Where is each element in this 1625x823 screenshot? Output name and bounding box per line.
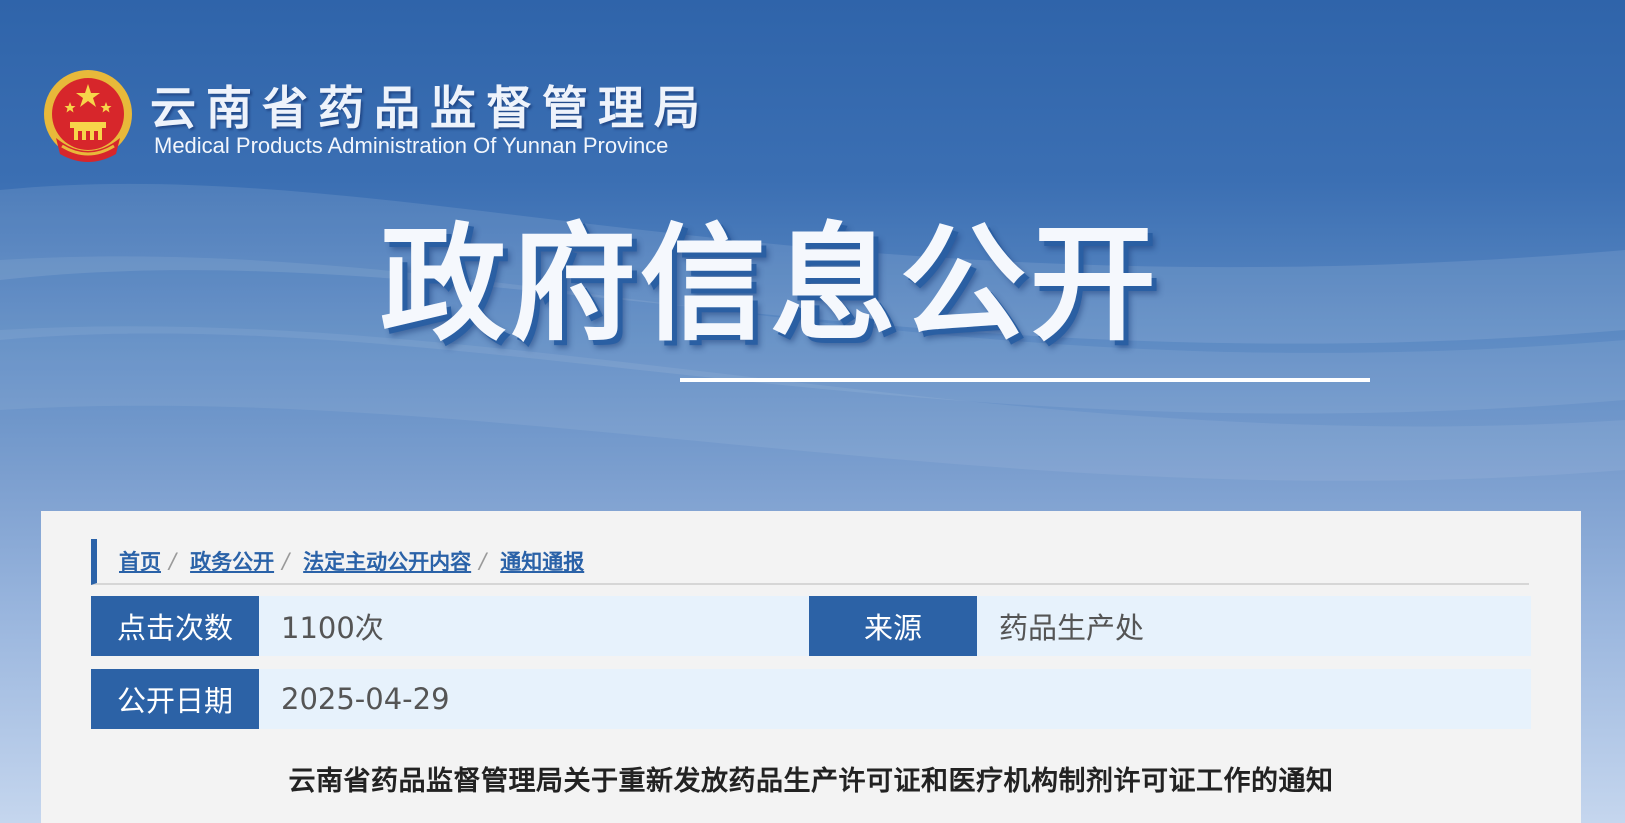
date-value: 2025-04-29 [281, 682, 450, 716]
clicks-label: 点击次数 [91, 596, 259, 656]
meta-row-date: 公开日期 2025-04-29 [91, 669, 1531, 729]
content-panel: 首页 / 政务公开 / 法定主动公开内容 / 通知通报 点击次数 1100次 来… [41, 511, 1581, 823]
source-label: 来源 [809, 596, 977, 656]
date-label: 公开日期 [91, 669, 259, 729]
clicks-value: 1100次 [281, 611, 384, 645]
breadcrumb-separator: / [169, 549, 177, 573]
breadcrumb-separator: / [282, 549, 290, 573]
breadcrumb: 首页 / 政务公开 / 法定主动公开内容 / 通知通报 [91, 539, 1529, 585]
banner-heading: 政府信息公开 [380, 211, 1160, 358]
breadcrumb-statutory-disclosure-link[interactable]: 法定主动公开内容 [303, 546, 471, 576]
breadcrumb-home-link[interactable]: 首页 [119, 546, 161, 576]
national-emblem-icon [44, 70, 132, 162]
site-title: 云南省药品监督管理局 [150, 81, 710, 135]
meta-row-clicks-source: 点击次数 1100次 来源 药品生产处 [91, 596, 1531, 656]
source-value: 药品生产处 [999, 611, 1145, 645]
breadcrumb-notices-link[interactable]: 通知通报 [500, 546, 584, 576]
breadcrumb-government-affairs-link[interactable]: 政务公开 [190, 546, 274, 576]
site-subtitle: Medical Products Administration Of Yunna… [154, 133, 669, 158]
article-title: 云南省药品监督管理局关于重新发放药品生产许可证和医疗机构制剂许可证工作的通知 [288, 766, 1334, 797]
banner-underline [680, 378, 1370, 382]
breadcrumb-separator: / [479, 549, 487, 573]
